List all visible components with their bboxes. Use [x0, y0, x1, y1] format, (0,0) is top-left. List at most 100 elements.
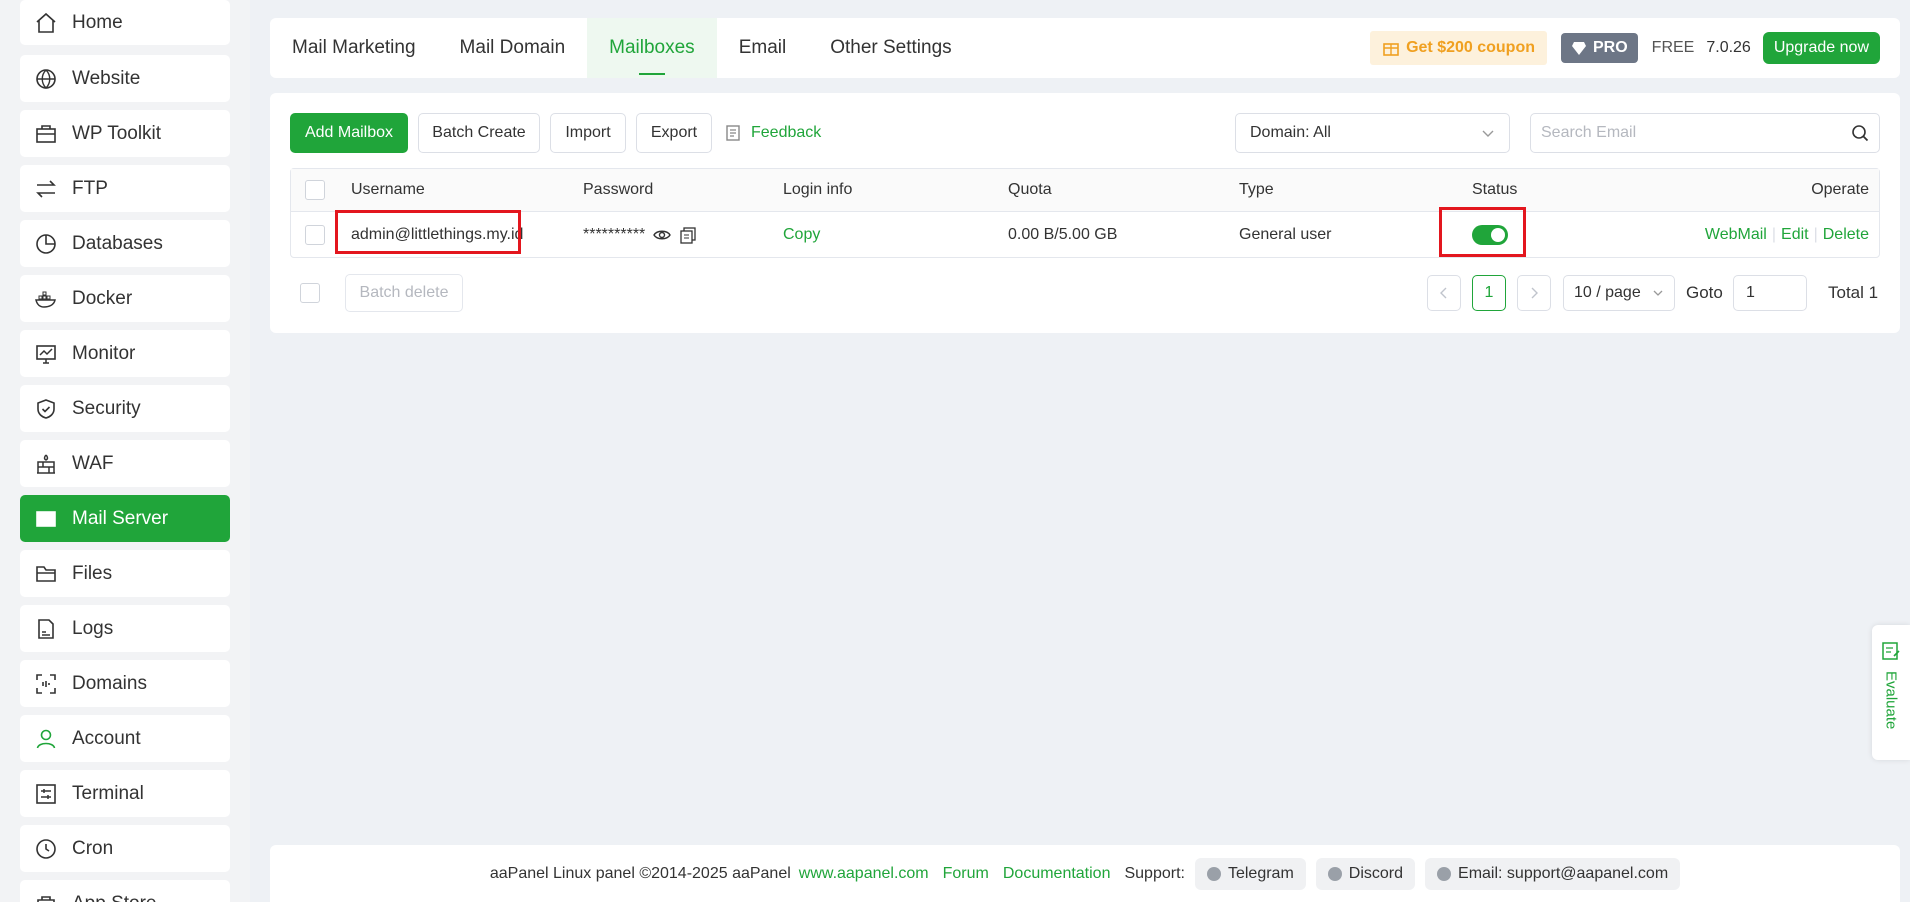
total-count: Total 1	[1828, 283, 1879, 302]
sidebar-item-logs[interactable]: Logs	[20, 605, 230, 652]
discord-icon	[1327, 866, 1342, 881]
sidebar-item-cron[interactable]: Cron	[20, 825, 230, 872]
mailboxes-panel: Add Mailbox Batch Create Import Export F…	[270, 93, 1900, 333]
pro-badge[interactable]: PRO	[1561, 33, 1638, 63]
sidebar-item-home[interactable]: Home	[20, 0, 230, 45]
header-type: Type	[1239, 181, 1274, 198]
export-button[interactable]: Export	[636, 113, 712, 153]
sidebar-item-label: Website	[72, 67, 141, 89]
sidebar-item-docker[interactable]: Docker	[20, 275, 230, 322]
chevron-down-icon	[1482, 130, 1494, 137]
page-1-button[interactable]: 1	[1472, 275, 1506, 311]
site-link[interactable]: www.aapanel.com	[799, 865, 929, 883]
header-operate: Operate	[1811, 181, 1869, 198]
plan-label: FREE	[1651, 39, 1695, 56]
feedback-link[interactable]: Feedback	[725, 113, 821, 153]
username-highlight-box	[335, 210, 521, 254]
header-password: Password	[583, 181, 654, 198]
sidebar-item-security[interactable]: Security	[20, 385, 230, 432]
table-header: Username Password Login info Quota Type …	[291, 169, 1879, 212]
prev-page-button[interactable]	[1427, 275, 1461, 311]
folder-icon	[34, 562, 58, 586]
footer: aaPanel Linux panel ©2014-2025 aaPanel w…	[270, 845, 1900, 902]
firewall-icon	[34, 452, 58, 476]
documentation-link[interactable]: Documentation	[1003, 865, 1111, 883]
domain-icon	[34, 672, 58, 696]
search-icon[interactable]	[1851, 124, 1869, 142]
add-mailbox-button[interactable]: Add Mailbox	[290, 113, 408, 153]
sidebar-item-waf[interactable]: WAF	[20, 440, 230, 487]
header-status: Status	[1472, 181, 1518, 198]
sidebar-item-ftp[interactable]: FTP	[20, 165, 230, 212]
tab-other-settings[interactable]: Other Settings	[808, 18, 973, 78]
page-size-value: 10 / page	[1574, 284, 1641, 301]
tab-mail-marketing[interactable]: Mail Marketing	[270, 18, 438, 78]
sidebar-item-wp-toolkit[interactable]: WP Toolkit	[20, 110, 230, 157]
bottom-select-all[interactable]	[300, 283, 320, 303]
sidebar-item-account[interactable]: Account	[20, 715, 230, 762]
domain-select[interactable]: Domain: All	[1235, 113, 1510, 153]
sidebar-item-label: WP Toolkit	[72, 122, 162, 144]
import-button[interactable]: Import	[550, 113, 626, 153]
row-login-copy-link[interactable]: Copy	[783, 212, 820, 258]
sidebar-item-label: Cron	[72, 837, 114, 859]
tab-email[interactable]: Email	[717, 18, 809, 78]
sidebar-item-terminal[interactable]: Terminal	[20, 770, 230, 817]
batch-delete-button[interactable]: Batch delete	[345, 274, 463, 312]
search-box	[1530, 113, 1880, 153]
next-page-button[interactable]	[1517, 275, 1551, 311]
row-quota: 0.00 B/5.00 GB	[1008, 226, 1118, 243]
coupon-button[interactable]: Get $200 coupon	[1370, 31, 1547, 65]
email-support-label: Email: support@aapanel.com	[1458, 864, 1669, 882]
tab-bar: Mail Marketing Mail Domain Mailboxes Ema…	[270, 18, 1900, 78]
terminal-icon	[34, 782, 58, 806]
sidebar-item-label: FTP	[72, 177, 108, 199]
shield-icon	[34, 397, 58, 421]
discord-label: Discord	[1348, 864, 1404, 882]
sidebar-item-monitor[interactable]: Monitor	[20, 330, 230, 377]
sidebar-item-databases[interactable]: Databases	[20, 220, 230, 267]
sidebar-item-app-store[interactable]: App Store	[20, 880, 230, 902]
eye-icon[interactable]	[653, 226, 672, 244]
goto-input[interactable]: 1	[1733, 275, 1807, 311]
evaluate-button[interactable]: Evaluate	[1872, 625, 1910, 760]
clock-icon	[34, 837, 58, 861]
email-support-link[interactable]: Email: support@aapanel.com	[1425, 857, 1681, 890]
sidebar-item-label: Terminal	[72, 782, 144, 804]
telegram-link[interactable]: Telegram	[1194, 857, 1306, 890]
domain-select-value: Domain: All	[1250, 124, 1331, 141]
chevron-left-icon	[1440, 287, 1447, 299]
forum-link[interactable]: Forum	[943, 865, 989, 883]
copy-icon[interactable]	[679, 226, 697, 244]
discord-link[interactable]: Discord	[1315, 857, 1416, 890]
sidebar-item-website[interactable]: Website	[20, 55, 230, 102]
sidebar-item-domains[interactable]: Domains	[20, 660, 230, 707]
sidebar-item-mail-server[interactable]: Mail Server	[20, 495, 230, 542]
chevron-right-icon	[1531, 287, 1538, 299]
bottom-checkbox[interactable]	[300, 283, 320, 303]
select-all-checkbox[interactable]	[305, 180, 325, 200]
tab-mailboxes[interactable]: Mailboxes	[587, 18, 717, 78]
evaluate-label: Evaluate	[1882, 671, 1900, 730]
delete-link[interactable]: Delete	[1823, 226, 1869, 244]
search-input[interactable]	[1531, 114, 1851, 152]
diamond-icon	[1572, 42, 1586, 55]
log-icon	[34, 617, 58, 641]
support-label: Support:	[1124, 864, 1185, 882]
edit-link[interactable]: Edit	[1781, 226, 1809, 244]
tab-mail-domain[interactable]: Mail Domain	[438, 18, 588, 78]
webmail-link[interactable]: WebMail	[1705, 226, 1767, 244]
header-username: Username	[351, 181, 425, 198]
row-checkbox[interactable]	[305, 225, 325, 245]
gift-icon	[1383, 43, 1399, 56]
divider: |	[1771, 226, 1777, 243]
sidebar-item-label: Domains	[72, 672, 147, 694]
page-size-select[interactable]: 10 / page	[1563, 275, 1675, 311]
row-operations: WebMail | Edit | Delete	[1705, 212, 1869, 258]
chevron-down-icon	[1653, 290, 1663, 296]
sidebar-item-files[interactable]: Files	[20, 550, 230, 597]
upgrade-button[interactable]: Upgrade now	[1762, 32, 1880, 64]
home-icon	[34, 11, 58, 35]
globe-icon	[34, 67, 58, 91]
batch-create-button[interactable]: Batch Create	[418, 113, 540, 153]
